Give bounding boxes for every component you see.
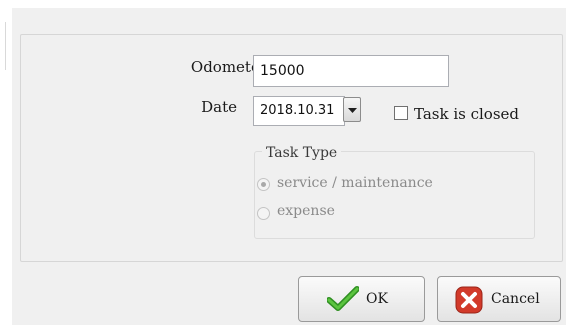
task-closed-checkbox[interactable]: [394, 106, 408, 120]
chevron-down-icon: [348, 108, 357, 113]
checkmark-icon: [327, 286, 359, 311]
odometer-label: Odometer: [190, 58, 267, 76]
cancel-button[interactable]: Cancel: [437, 276, 561, 322]
ok-button[interactable]: OK: [298, 276, 425, 322]
expense-label[interactable]: expense: [277, 203, 335, 219]
cancel-x-icon: [455, 286, 483, 314]
date-label: Date: [201, 98, 237, 116]
ok-label: OK: [366, 291, 388, 307]
service-maintenance-label[interactable]: service / maintenance: [277, 175, 433, 191]
task-type-group: [254, 151, 535, 239]
cancel-label: Cancel: [491, 291, 540, 307]
expense-radio[interactable]: [257, 207, 270, 220]
odometer-input[interactable]: 15000: [253, 55, 449, 87]
date-input[interactable]: 2018.10.31: [253, 96, 345, 126]
task-closed-label[interactable]: Task is closed: [414, 105, 519, 123]
top-edge: [0, 0, 568, 8]
service-maintenance-radio[interactable]: [257, 178, 270, 191]
date-dropdown-button[interactable]: [343, 97, 361, 122]
task-type-title: Task Type: [262, 145, 342, 161]
left-edge-mark: [5, 22, 6, 70]
